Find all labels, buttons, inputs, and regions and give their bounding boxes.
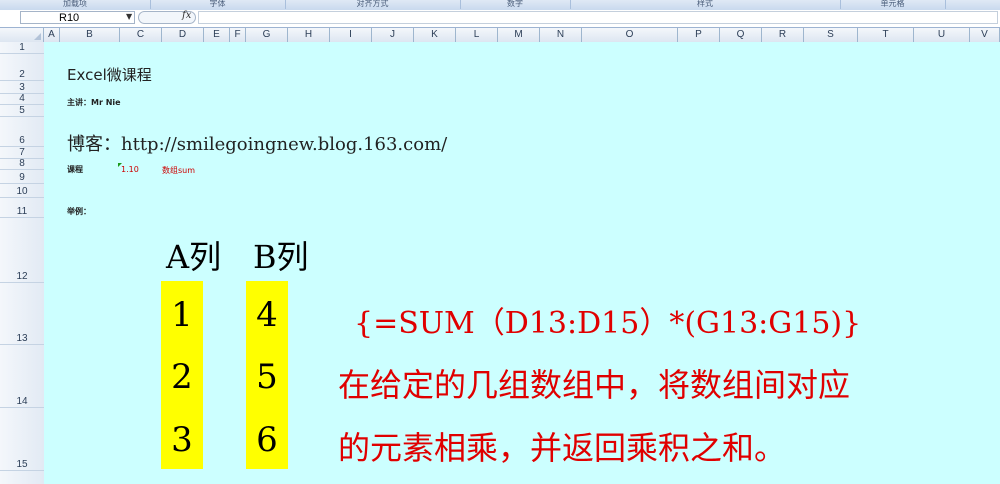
formula-bar: R10 ▼ fx <box>0 10 1000 28</box>
row-header-10[interactable]: 10 <box>0 184 44 198</box>
column-header-d[interactable]: D <box>162 28 204 42</box>
column-header-g[interactable]: G <box>246 28 288 42</box>
example-label-cell[interactable]: 举例： <box>67 206 91 217</box>
column-header-l[interactable]: L <box>456 28 498 42</box>
explanation-line-2[interactable]: 的元素相乘，并返回乘积之和。 <box>338 423 786 469</box>
course-topic-cell[interactable]: 数组sum <box>162 165 195 176</box>
fx-icon[interactable]: fx <box>182 10 191 21</box>
column-header-s[interactable]: S <box>804 28 858 42</box>
chevron-down-icon[interactable]: ▼ <box>126 12 132 21</box>
column-header-bar: A B C D E F G H I J K L M N O P Q R S T … <box>0 28 1000 43</box>
course-label-cell[interactable]: 课程 <box>67 164 83 175</box>
course-number-cell[interactable]: 1.10 <box>118 163 139 174</box>
row-header-6[interactable]: 6 <box>0 117 44 147</box>
value-cell-g13[interactable]: 4 <box>246 295 288 335</box>
row-header-1[interactable]: 1 <box>0 42 44 54</box>
column-header-o[interactable]: O <box>582 28 678 42</box>
value-cell-d14[interactable]: 2 <box>161 357 203 397</box>
ribbon-group-cells[interactable]: 单元格 <box>840 0 946 9</box>
column-header-q[interactable]: Q <box>720 28 762 42</box>
row-header-11[interactable]: 11 <box>0 198 44 218</box>
ribbon-group-number[interactable]: 数字 <box>460 0 571 9</box>
row-header-15[interactable]: 15 <box>0 408 44 471</box>
column-header-n[interactable]: N <box>540 28 582 42</box>
value-cell-g14[interactable]: 5 <box>246 357 288 397</box>
row-header-5[interactable]: 5 <box>0 105 44 117</box>
column-header-r[interactable]: R <box>762 28 804 42</box>
ribbon-group-font[interactable]: 字体 <box>150 0 286 9</box>
explanation-line-1[interactable]: 在给定的几组数组中，将数组间对应 <box>338 360 850 406</box>
row-header-bar: 1 2 3 4 5 6 7 8 9 10 11 12 13 14 15 <box>0 42 45 484</box>
column-header-k[interactable]: K <box>414 28 456 42</box>
column-b-values-highlight: 4 5 6 <box>246 281 288 469</box>
value-cell-d13[interactable]: 1 <box>161 295 203 335</box>
ribbon-group-addins[interactable]: 加载项 <box>0 0 151 9</box>
value-cell-d15[interactable]: 3 <box>161 420 203 460</box>
column-header-v[interactable]: V <box>970 28 1000 42</box>
row-header-14[interactable]: 14 <box>0 345 44 408</box>
formula-input[interactable] <box>198 11 998 24</box>
column-header-h[interactable]: H <box>288 28 330 42</box>
row-header-13[interactable]: 13 <box>0 283 44 345</box>
worksheet-grid[interactable]: Excel微课程 主讲：Mr Nie 博客：http://smilegoingn… <box>44 42 1000 484</box>
column-header-m[interactable]: M <box>498 28 540 42</box>
ribbon-group-styles[interactable]: 样式 <box>570 0 841 9</box>
name-box[interactable]: R10 <box>20 11 135 24</box>
value-cell-g15[interactable]: 6 <box>246 420 288 460</box>
column-header-b[interactable]: B <box>60 28 120 42</box>
select-all-corner[interactable] <box>0 28 44 42</box>
row-header-8[interactable]: 8 <box>0 158 44 170</box>
column-a-header-cell[interactable]: A列 <box>166 232 221 278</box>
row-header-9[interactable]: 9 <box>0 170 44 184</box>
column-header-e[interactable]: E <box>204 28 230 42</box>
row-header-12[interactable]: 12 <box>0 218 44 283</box>
sheet-title[interactable]: Excel微课程 <box>67 64 152 85</box>
column-b-header-cell[interactable]: B列 <box>253 232 309 278</box>
column-header-u[interactable]: U <box>914 28 970 42</box>
column-header-p[interactable]: P <box>678 28 720 42</box>
column-header-a[interactable]: A <box>44 28 60 42</box>
column-header-i[interactable]: I <box>330 28 372 42</box>
column-header-t[interactable]: T <box>858 28 914 42</box>
column-header-f[interactable]: F <box>230 28 246 42</box>
blog-url-cell[interactable]: 博客：http://smilegoingnew.blog.163.com/ <box>67 130 447 156</box>
array-formula-text[interactable]: {=SUM（D13:D15）*(G13:G15)} <box>354 298 861 342</box>
column-a-values-highlight: 1 2 3 <box>161 281 203 469</box>
column-header-j[interactable]: J <box>372 28 414 42</box>
row-header-4[interactable]: 4 <box>0 93 44 105</box>
row-header-2[interactable]: 2 <box>0 54 44 81</box>
column-header-c[interactable]: C <box>120 28 162 42</box>
presenter-cell[interactable]: 主讲：Mr Nie <box>67 97 121 108</box>
ribbon-group-alignment[interactable]: 对齐方式 <box>285 0 461 9</box>
